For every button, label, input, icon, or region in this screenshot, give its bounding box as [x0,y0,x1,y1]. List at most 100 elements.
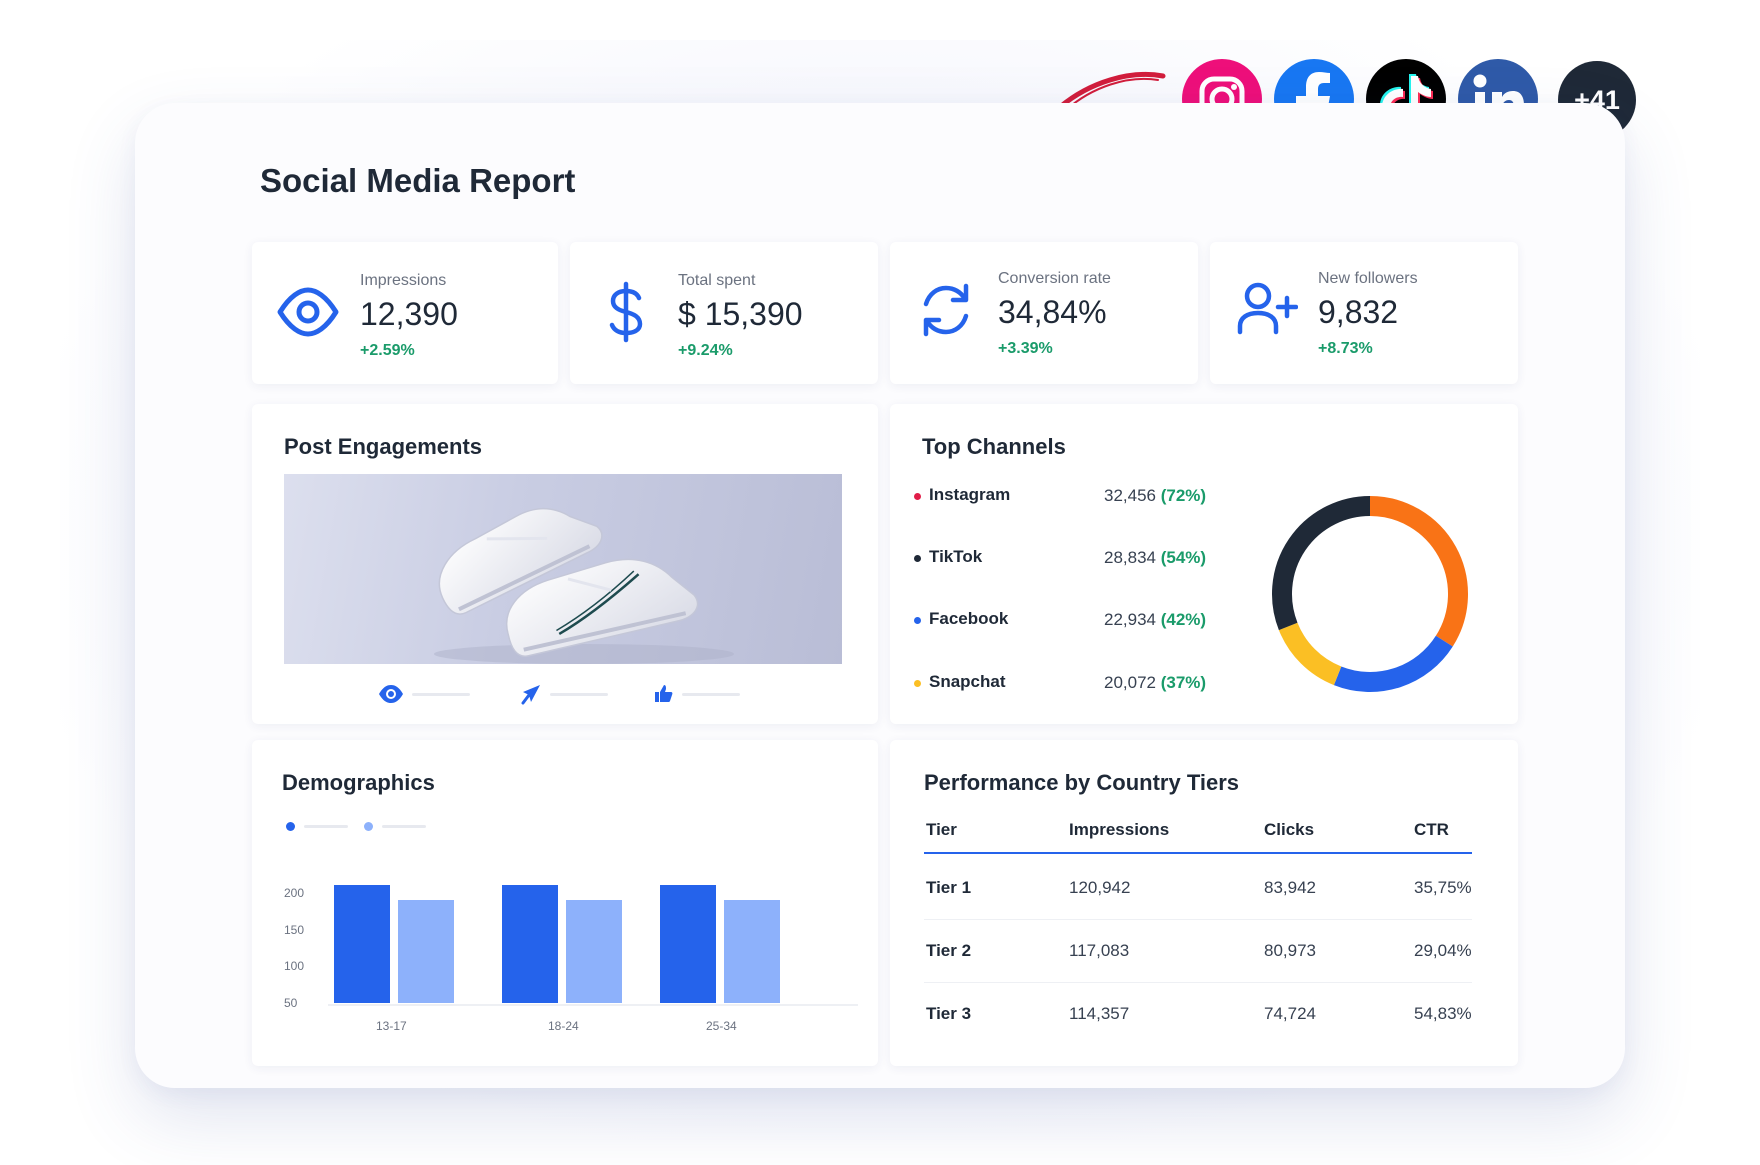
y-tick-label: 50 [284,996,297,1010]
x-axis-line [328,1004,858,1006]
y-tick-label: 100 [284,959,304,973]
kpi-change: +8.73% [1318,340,1373,358]
kpi-change: +2.59% [360,342,415,360]
performance-card: Performance by Country Tiers Tier Impres… [890,740,1518,1066]
engagement-shares [520,682,620,706]
bar-25-34-series-2 [724,900,780,1003]
cell-impressions: 114,357 [1069,1004,1129,1024]
kpi-change: +3.39% [998,340,1053,358]
channel-count: 20,072 [1104,673,1156,692]
bar-13-17-series-1 [334,885,390,1003]
cell-tier: Tier 1 [926,878,971,898]
channel-name: TikTok [929,547,982,567]
y-tick-label: 200 [284,886,304,900]
channel-percent: (42%) [1161,610,1206,629]
kpi-label: Conversion rate [998,270,1111,288]
donut-segment-3 [1288,626,1337,675]
channel-value: 28,834 (54%) [1104,548,1206,568]
cell-impressions: 120,942 [1069,878,1130,898]
engagement-views [378,682,478,706]
kpi-change: +9.24% [678,342,733,360]
channel-dot [914,493,921,500]
column-header-impressions: Impressions [1069,820,1169,840]
kpi-label: Impressions [360,272,446,290]
kpi-card-total-spent: Total spent $ 15,390 +9.24% [570,242,878,384]
kpi-value: 12,390 [360,296,458,333]
kpi-value: 34,84% [998,294,1107,331]
cell-tier: Tier 2 [926,941,971,961]
eye-icon [378,682,404,706]
demographics-card: Demographics 2001501005013-1718-2425-34 [252,740,878,1066]
kpi-value: $ 15,390 [678,296,803,333]
channel-value: 22,934 (42%) [1104,610,1206,630]
kpi-card-new-followers: New followers 9,832 +8.73% [1210,242,1518,384]
cell-clicks: 74,724 [1264,1004,1316,1024]
column-header-clicks: Clicks [1264,820,1314,840]
channel-count: 32,456 [1104,486,1156,505]
channel-value: 20,072 (37%) [1104,673,1206,693]
cell-clicks: 83,942 [1264,878,1316,898]
demographics-bar-chart: 200 150 100 50 13-17 18-24 25-34 [252,740,878,1066]
engagement-stats [252,682,878,712]
channel-percent: (72%) [1161,486,1206,505]
add-user-icon [1234,276,1298,340]
donut-segment-1 [1370,506,1458,641]
x-tick-label: 13-17 [376,1019,407,1033]
page-title: Social Media Report [260,162,575,200]
bar-25-34-series-1 [660,885,716,1003]
kpi-card-conversion-rate: Conversion rate 34,84% +3.39% [890,242,1198,384]
column-header-ctr: CTR [1414,820,1449,840]
thumbs-up-icon [654,682,674,706]
sneakers-illustration [284,474,842,664]
top-channels-card: Top Channels Instagram 32,456 (72%) TikT… [890,404,1518,724]
kpi-card-impressions: Impressions 12,390 +2.59% [252,242,558,384]
engagement-bar [550,693,608,696]
header-divider [924,852,1472,854]
table-row: Tier 3 114,357 74,724 54,83% [924,984,1472,1046]
channel-row-instagram: Instagram 32,456 (72%) [914,482,1214,512]
channel-name: Instagram [929,485,1010,505]
cell-clicks: 80,973 [1264,941,1316,961]
channel-row-snapchat: Snapchat 20,072 (37%) [914,669,1214,699]
channel-name: Facebook [929,609,1008,629]
donut-segment-2 [1338,641,1445,682]
kpi-value: 9,832 [1318,294,1398,331]
bar-18-24-series-1 [502,885,558,1003]
card-title: Top Channels [922,434,1066,460]
post-engagements-card: Post Engagements [252,404,878,724]
donut-segment-4 [1282,506,1370,626]
x-tick-label: 25-34 [706,1019,737,1033]
channel-dot [914,680,921,687]
channel-dot [914,617,921,624]
eye-icon [276,280,340,344]
channel-name: Snapchat [929,672,1006,692]
card-title: Post Engagements [284,434,482,460]
cell-ctr: 54,83% [1414,1004,1472,1024]
channel-row-facebook: Facebook 22,934 (42%) [914,606,1214,636]
channel-value: 32,456 (72%) [1104,486,1206,506]
post-image [284,474,842,664]
table-row: Tier 2 117,083 80,973 29,04% [924,921,1472,983]
card-title: Performance by Country Tiers [924,770,1239,796]
cell-impressions: 117,083 [1069,941,1129,961]
refresh-icon [914,278,978,342]
dollar-icon [594,280,658,344]
kpi-label: Total spent [678,272,755,290]
cell-ctr: 35,75% [1414,878,1472,898]
share-arrow-icon [520,682,542,706]
y-tick-label: 150 [284,923,304,937]
channel-percent: (54%) [1161,548,1206,567]
engagement-bar [412,693,470,696]
channel-percent: (37%) [1161,673,1206,692]
channel-dot [914,555,921,562]
cell-tier: Tier 3 [926,1004,971,1024]
kpi-label: New followers [1318,270,1418,288]
engagement-likes [654,682,754,706]
x-tick-label: 18-24 [548,1019,579,1033]
bar-13-17-series-2 [398,900,454,1003]
channel-row-tiktok: TikTok 28,834 (54%) [914,544,1214,574]
table-row: Tier 1 120,942 83,942 35,75% [924,858,1472,920]
column-header-tier: Tier [926,820,957,840]
channel-count: 22,934 [1104,610,1156,629]
bar-18-24-series-2 [566,900,622,1003]
